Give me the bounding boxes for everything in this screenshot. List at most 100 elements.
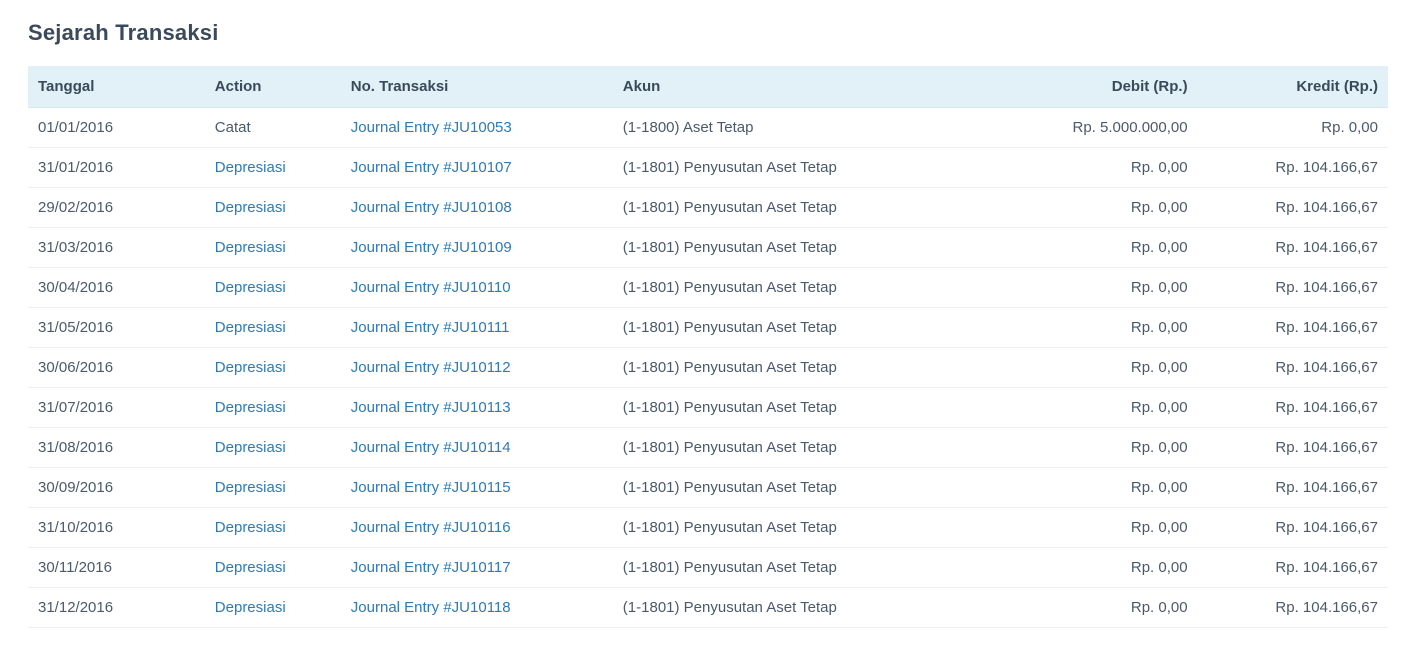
cell-date: 30/04/2016 [28,268,205,308]
cell-account: (1-1801) Penyusutan Aset Tetap [613,508,1007,548]
cell-date: 30/11/2016 [28,548,205,588]
table-row: 31/08/2016 Depresiasi Journal Entry #JU101… [28,428,1388,468]
cell-date: 30/09/2016 [28,468,205,508]
cell-action: Catat [205,108,341,148]
cell-action: Depresiasi [205,508,341,548]
txn-link[interactable]: Journal Entry #JU10114 [351,439,511,456]
cell-action: Depresiasi [205,428,341,468]
cell-account: (1-1801) Penyusutan Aset Tetap [613,348,1007,388]
cell-action: Depresiasi [205,588,341,628]
cell-debit: Rp. 0,00 [1007,188,1197,228]
txn-link[interactable]: Journal Entry #JU10115 [351,479,511,496]
action-link[interactable]: Depresiasi [215,159,286,176]
txn-link[interactable]: Journal Entry #JU10111 [351,319,510,336]
cell-txn: Journal Entry #JU10108 [341,188,613,228]
txn-link[interactable]: Journal Entry #JU10118 [351,599,511,616]
cell-debit: Rp. 0,00 [1007,508,1197,548]
table-row: 31/07/2016DepresiasiJournal Entry #JU101… [28,388,1388,428]
action-link[interactable]: Depresiasi [215,279,286,296]
cell-credit: Rp. 104.166,67 [1198,228,1388,268]
txn-link[interactable]: Journal Entry #JU10113 [351,399,511,416]
cell-account: (1-1800) Aset Tetap [613,108,1007,148]
cell-action: Depresiasi [205,388,341,428]
txn-link[interactable]: Journal Entry #JU10108 [351,199,512,216]
cell-credit: Rp. 104.166,67 [1198,268,1388,308]
action-link[interactable]: Depresiasi [215,239,286,256]
table-row: 30/06/2016 Depresiasi Journal Entry #JU101… [28,348,1388,388]
cell-date: 30/06/2016 [28,348,205,388]
col-txn: No. Transaksi [341,66,613,108]
cell-account: (1-1801) Penyusutan Aset Tetap [613,188,1007,228]
cell-date: 31/01/2016 [28,148,205,188]
cell-debit: Rp. 0,00 [1007,468,1197,508]
cell-account: (1-1801) Penyusutan Aset Tetap [613,308,1007,348]
cell-date: 31/08/2016 [28,428,205,468]
col-credit: Kredit (Rp.) [1198,66,1388,108]
action-link[interactable]: Depresiasi [215,399,286,416]
action-link[interactable]: Depresiasi [215,519,286,536]
cell-date: 31/03/2016 [28,228,205,268]
table-row: 31/01/2016 Depresiasi Journal Entry #JU101… [28,148,1388,188]
transaction-table: Tanggal Action No. Transaksi Akun Debit … [28,66,1388,628]
cell-account: (1-1801) Penyusutan Aset Tetap [613,228,1007,268]
cell-debit: Rp. 0,00 [1007,348,1197,388]
cell-credit: Rp. 104.166,67 [1198,148,1388,188]
table-header-row: Tanggal Action No. Transaksi Akun Debit … [28,66,1388,108]
col-date: Tanggal [28,66,205,108]
txn-link[interactable]: Journal Entry #JU10116 [351,519,511,536]
txn-link[interactable]: Journal Entry #JU10107 [351,159,512,176]
cell-action: Depresiasi [205,468,341,508]
action-link[interactable]: Depresiasi [215,439,286,456]
table-row: 30/09/2016 Depresiasi Journal Entry #JU101… [28,468,1388,508]
cell-date: 31/12/2016 [28,588,205,628]
cell-account: (1-1801) Penyusutan Aset Tetap [613,468,1007,508]
cell-action: Depresiasi [205,188,341,228]
cell-debit: Rp. 0,00 [1007,148,1197,188]
cell-credit: Rp. 104.166,67 [1198,548,1388,588]
txn-link[interactable]: Journal Entry #JU10110 [351,279,511,296]
action-link[interactable]: Depresiasi [215,199,286,216]
txn-link[interactable]: Journal Entry #JU10112 [351,359,511,376]
table-row: 30/11/2016 Depresiasi Journal Entry #JU101… [28,548,1388,588]
cell-credit: Rp. 104.166,67 [1198,428,1388,468]
col-account: Akun [613,66,1007,108]
table-row: 31/10/2016 Depresiasi Journal Entry #JU101… [28,508,1388,548]
cell-txn: Journal Entry #JU10111 [341,308,613,348]
txn-link[interactable]: Journal Entry #JU10117 [351,559,511,576]
cell-date: 31/10/2016 [28,508,205,548]
cell-credit: Rp. 104.166,67 [1198,388,1388,428]
cell-credit: Rp. 104.166,67 [1198,468,1388,508]
cell-credit: Rp. 104.166,67 [1198,588,1388,628]
cell-action: Depresiasi [205,548,341,588]
action-link[interactable]: Depresiasi [215,319,286,336]
cell-txn: Journal Entry #JU10115 [341,468,613,508]
action-link[interactable]: Depresiasi [215,359,286,376]
action-link[interactable]: Depresiasi [215,559,286,576]
cell-account: (1-1801) Penyusutan Aset Tetap [613,588,1007,628]
action-link[interactable]: Depresiasi [215,479,286,496]
cell-action: Depresiasi [205,148,341,188]
cell-date: 01/01/2016 [28,108,205,148]
cell-account: (1-1801) Penyusutan Aset Tetap [613,148,1007,188]
cell-txn: Journal Entry #JU10112 [341,348,613,388]
cell-txn: Journal Entry #JU10053 [341,108,613,148]
action-link[interactable]: Depresiasi [215,599,286,616]
cell-debit: Rp. 0,00 [1007,268,1197,308]
col-action: Action [205,66,341,108]
cell-credit: Rp. 104.166,67 [1198,508,1388,548]
table-row: 31/12/2016 Depresiasi Journal Entry #JU101… [28,588,1388,628]
cell-txn: Journal Entry #JU10116 [341,508,613,548]
cell-action: Depresiasi [205,308,341,348]
txn-link[interactable]: Journal Entry #JU10109 [351,239,512,256]
cell-debit: Rp. 0,00 [1007,228,1197,268]
txn-link[interactable]: Journal Entry #JU10053 [351,119,512,136]
table-row: 31/03/2016 Depresiasi Journal Entry #JU101… [28,228,1388,268]
cell-debit: Rp. 5.000.000,00 [1007,108,1197,148]
cell-account: (1-1801) Penyusutan Aset Tetap [613,268,1007,308]
cell-account: (1-1801) Penyusutan Aset Tetap [613,428,1007,468]
cell-debit: Rp. 0,00 [1007,428,1197,468]
cell-credit: Rp. 0,00 [1198,108,1388,148]
cell-txn: Journal Entry #JU10109 [341,228,613,268]
cell-action: Depresiasi [205,348,341,388]
cell-txn: Journal Entry #JU10107 [341,148,613,188]
